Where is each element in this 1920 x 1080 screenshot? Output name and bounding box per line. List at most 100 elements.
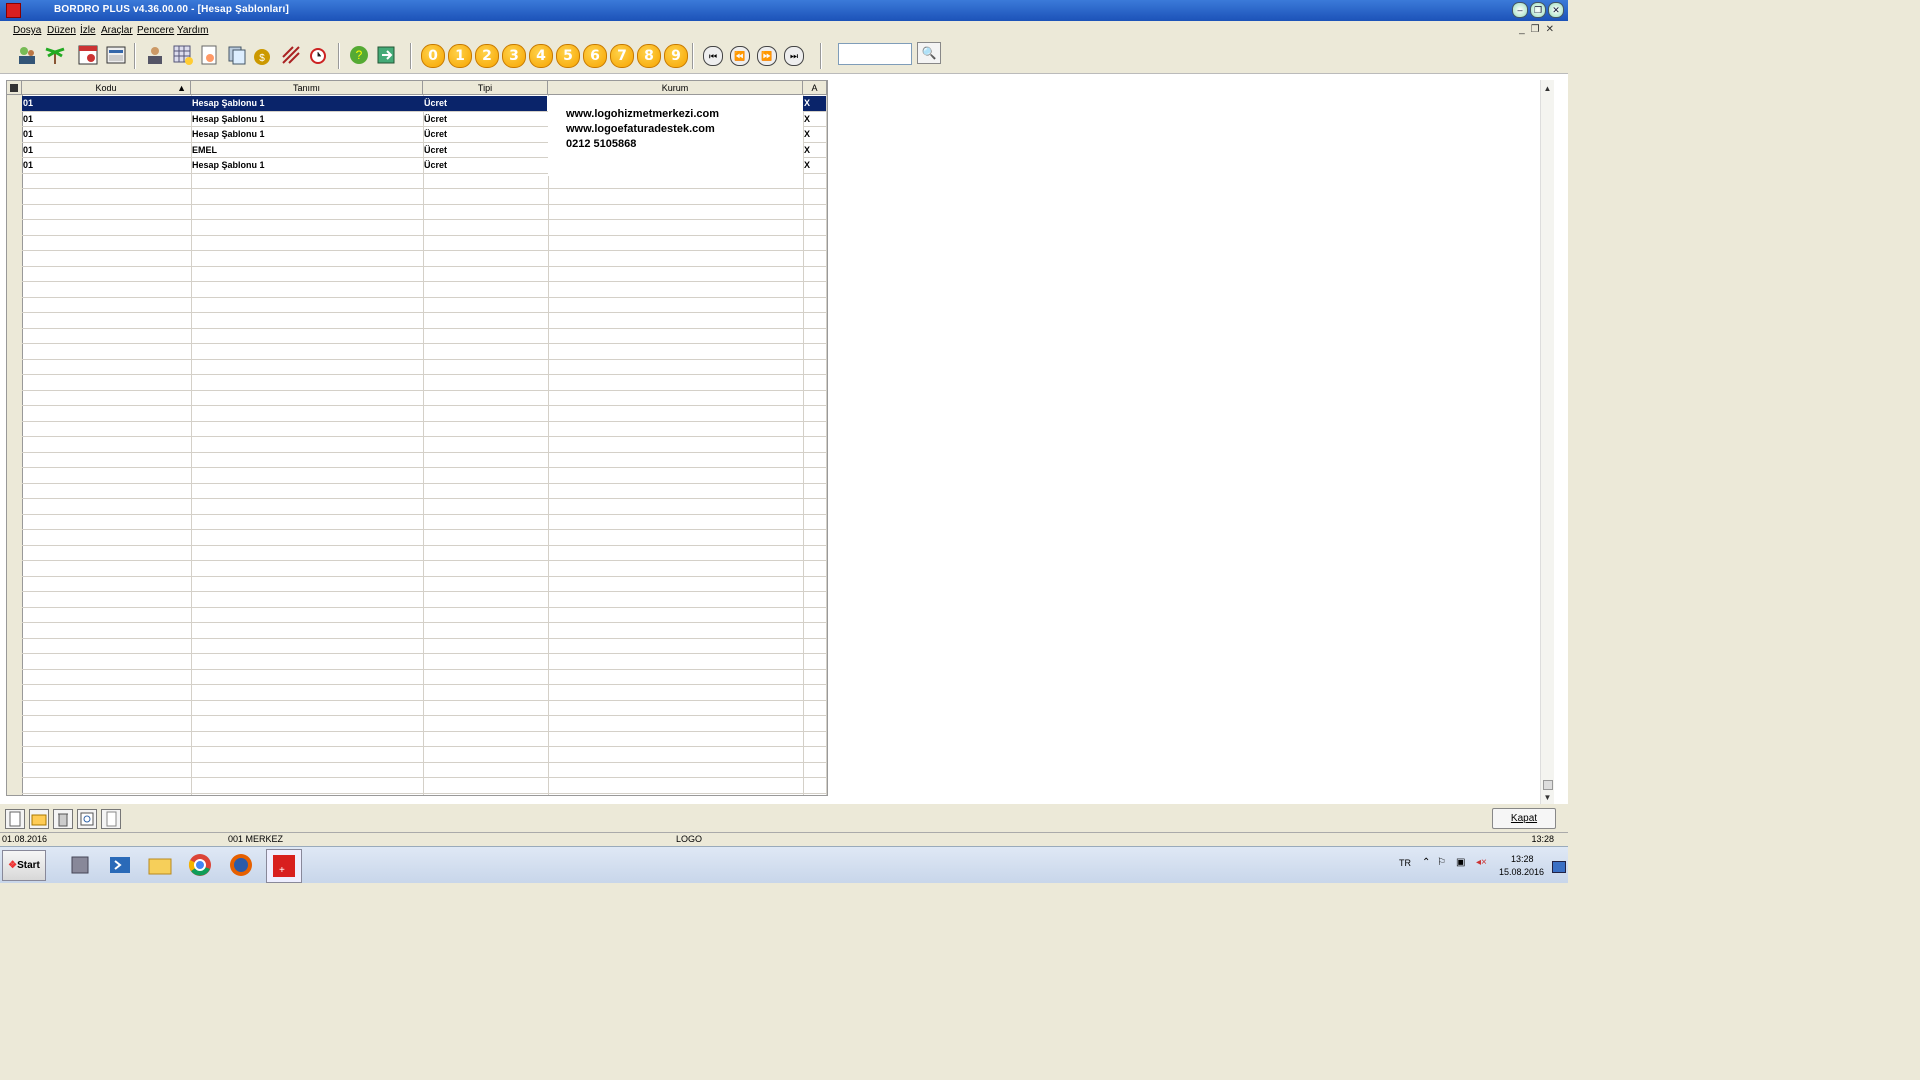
clock-date[interactable]: 15.08.2016: [1499, 867, 1544, 903]
form-icon[interactable]: [105, 44, 127, 66]
table-star-icon[interactable]: [172, 44, 194, 66]
cell-tipi[interactable]: Ücret: [423, 127, 548, 142]
cell-kodu[interactable]: 01: [22, 127, 191, 142]
number-7-button[interactable]: 7: [610, 44, 634, 68]
cell-tipi[interactable]: Ücret: [423, 96, 547, 111]
money-bag-icon[interactable]: $: [251, 44, 273, 66]
mdi-close-button[interactable]: ✕: [1546, 24, 1554, 35]
cell-tanimi[interactable]: Hesap Şablonu 1: [191, 112, 423, 127]
cell-tipi[interactable]: Ücret: [423, 143, 548, 158]
powershell-icon[interactable]: [106, 851, 134, 879]
chrome-icon[interactable]: [186, 851, 214, 879]
overlay-website-1: www.logohizmetmerkezi.com: [566, 108, 720, 120]
restore-button[interactable]: ❐: [1530, 2, 1546, 18]
first-record-button[interactable]: ⏮: [703, 46, 723, 66]
number-9-button[interactable]: 9: [664, 44, 688, 68]
previous-record-button[interactable]: ⏪: [730, 46, 750, 66]
menu-araclar[interactable]: Araçlar: [101, 25, 133, 36]
volume-muted-icon[interactable]: ◂×: [1476, 857, 1487, 893]
close-form-button[interactable]: Kapat: [1492, 808, 1556, 829]
menu-yardim[interactable]: Yardım: [177, 25, 209, 36]
status-time: 13:28: [1531, 834, 1554, 844]
menu-dosya[interactable]: Dosya: [13, 25, 41, 36]
column-header-tanimi[interactable]: Tanımı: [191, 81, 423, 95]
calendar-icon[interactable]: [77, 44, 99, 66]
number-3-button[interactable]: 3: [502, 44, 526, 68]
last-record-button[interactable]: ⏭: [784, 46, 804, 66]
cell-kodu[interactable]: 01: [22, 143, 191, 158]
exit-icon[interactable]: [375, 44, 397, 66]
number-2-button[interactable]: 2: [475, 44, 499, 68]
language-indicator[interactable]: TR: [1399, 858, 1411, 894]
palm-icon[interactable]: [44, 44, 66, 66]
flag-icon[interactable]: ⚐: [1437, 857, 1446, 893]
close-button[interactable]: ✕: [1548, 2, 1564, 18]
person-icon[interactable]: [144, 44, 166, 66]
number-1-button[interactable]: 1: [448, 44, 472, 68]
rails-icon[interactable]: [280, 44, 302, 66]
documents-icon[interactable]: [226, 44, 248, 66]
next-record-button[interactable]: ⏩: [757, 46, 777, 66]
scroll-thumb[interactable]: [1543, 780, 1553, 790]
network-icon[interactable]: ▣: [1456, 857, 1465, 893]
cell-a[interactable]: X: [803, 143, 826, 158]
cell-a[interactable]: X: [803, 96, 826, 111]
cell-a[interactable]: X: [803, 127, 826, 142]
overlay-website-2: www.logoefaturadestek.com: [566, 123, 715, 135]
column-header-kurum[interactable]: Kurum: [548, 81, 803, 95]
column-header-a[interactable]: A: [803, 81, 827, 95]
blank-page-icon[interactable]: [101, 809, 121, 829]
cell-kodu[interactable]: 01: [22, 158, 191, 173]
menu-duzen[interactable]: Düzen: [47, 25, 76, 36]
show-hidden-icons-icon[interactable]: ⌃: [1422, 857, 1430, 893]
column-header-tipi[interactable]: Tipi: [423, 81, 548, 95]
open-folder-icon[interactable]: [29, 809, 49, 829]
search-button[interactable]: 🔍: [917, 42, 941, 64]
server-manager-icon[interactable]: [66, 851, 94, 879]
menu-izle[interactable]: İzle: [80, 25, 96, 36]
cell-kodu[interactable]: 01: [22, 96, 191, 111]
select-all-cell[interactable]: [7, 81, 22, 95]
show-desktop-button[interactable]: [1552, 861, 1566, 873]
new-record-icon[interactable]: [5, 809, 25, 829]
number-5-button[interactable]: 5: [556, 44, 580, 68]
app-icon[interactable]: [6, 3, 21, 18]
cell-tanimi[interactable]: Hesap Şablonu 1: [191, 96, 423, 111]
number-0-button[interactable]: 0: [421, 44, 445, 68]
taskbar: ❖Start + TR ⌃ ⚐ ▣ ◂× 13:28 15.08.2016: [0, 846, 1568, 883]
help-icon[interactable]: ?: [348, 44, 370, 66]
column-header-kodu[interactable]: Kodu ▲: [22, 81, 191, 95]
number-4-button[interactable]: 4: [529, 44, 553, 68]
cell-a[interactable]: X: [803, 158, 826, 173]
document-clock-icon[interactable]: [198, 44, 220, 66]
delete-icon[interactable]: [53, 809, 73, 829]
cell-kodu[interactable]: 01: [22, 112, 191, 127]
minimize-button[interactable]: –: [1512, 2, 1528, 18]
vertical-scrollbar[interactable]: ▲ ▼: [1540, 80, 1554, 804]
menu-pencere[interactable]: Pencere: [137, 25, 174, 36]
firefox-icon[interactable]: [227, 851, 255, 879]
search-input[interactable]: [838, 43, 912, 65]
cell-a[interactable]: X: [803, 112, 826, 127]
alarm-clock-icon[interactable]: [307, 44, 329, 66]
employees-icon[interactable]: [16, 44, 38, 66]
sort-ascending-icon: ▲: [177, 83, 186, 93]
cell-tanimi[interactable]: Hesap Şablonu 1: [191, 158, 423, 173]
number-8-button[interactable]: 8: [637, 44, 661, 68]
scroll-down-arrow[interactable]: ▼: [1541, 791, 1554, 804]
inspect-icon[interactable]: [77, 809, 97, 829]
contact-info-overlay: www.logohizmetmerkezi.com www.logoefatur…: [548, 96, 803, 176]
cell-tanimi[interactable]: EMEL: [191, 143, 423, 158]
bordro-plus-task[interactable]: +: [266, 849, 302, 883]
svg-text:+: +: [279, 865, 285, 876]
cell-tipi[interactable]: Ücret: [423, 112, 548, 127]
windows-logo-icon: ❖: [8, 860, 18, 871]
cell-tipi[interactable]: Ücret: [423, 158, 548, 173]
cell-tanimi[interactable]: Hesap Şablonu 1: [191, 127, 423, 142]
start-button[interactable]: ❖Start: [2, 850, 46, 881]
scroll-up-arrow[interactable]: ▲: [1541, 82, 1554, 95]
mdi-minimize-button[interactable]: _: [1519, 24, 1525, 35]
number-6-button[interactable]: 6: [583, 44, 607, 68]
file-explorer-icon[interactable]: [146, 851, 174, 879]
mdi-restore-button[interactable]: ❐: [1531, 24, 1540, 35]
